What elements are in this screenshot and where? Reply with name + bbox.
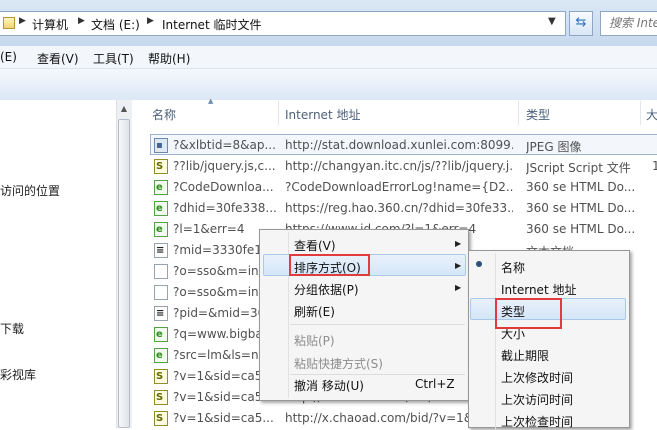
- column-header-internet-address[interactable]: Internet 地址: [285, 106, 360, 123]
- column-divider[interactable]: [278, 101, 279, 125]
- column-header-name[interactable]: 名称: [152, 106, 176, 123]
- breadcrumb-documents-drive[interactable]: 文档 (E:): [91, 16, 140, 33]
- js-file-icon: S: [154, 390, 168, 405]
- menu-tools[interactable]: 工具(T): [93, 50, 134, 67]
- column-divider[interactable]: [640, 101, 641, 125]
- cell-name: ??lib/jquery.js,c...: [173, 159, 276, 173]
- js-file-icon: S: [154, 369, 168, 384]
- html-file-icon: e: [154, 327, 168, 342]
- column-header-size[interactable]: 大: [646, 106, 657, 123]
- annotation-highlight-box: [289, 254, 370, 276]
- sort-by-name[interactable]: 名称: [501, 259, 525, 276]
- folder-icon: [3, 17, 15, 29]
- chevron-right-icon[interactable]: ▶: [78, 16, 85, 26]
- command-toolbar: [0, 69, 657, 101]
- cell-type: JScript Script 文件: [526, 161, 631, 175]
- sort-by-last-checked[interactable]: 上次检查时间: [501, 413, 573, 430]
- sort-ascending-icon: ▲: [208, 97, 214, 105]
- table-row[interactable]: S ??lib/jquery.js,c... http://changyan.itc…: [150, 157, 657, 178]
- search-input[interactable]: [609, 16, 657, 30]
- sort-by-internet-address[interactable]: Internet 地址: [501, 281, 576, 298]
- blank-file-icon: [154, 285, 168, 300]
- jpeg-icon: ▪: [154, 138, 168, 153]
- radio-bullet-icon: [476, 261, 482, 267]
- refresh-icon: ⇆: [575, 15, 587, 30]
- cell-name: ?v=1&sid=ca5...: [173, 411, 274, 425]
- annotation-highlight-box: [495, 298, 562, 329]
- sort-by-last-accessed[interactable]: 上次访问时间: [501, 391, 573, 408]
- refresh-button[interactable]: ⇆: [569, 11, 593, 36]
- context-menu-undo-shortcut: Ctrl+Z: [415, 377, 455, 391]
- submenu-arrow-icon: ▶: [455, 239, 462, 248]
- cell-type: 360 se HTML Do...: [526, 222, 634, 236]
- menu-edit[interactable]: (E): [0, 50, 17, 64]
- cell-internet-address: http://changyan.itc.cn/js/??lib/jquery.j…: [285, 159, 513, 173]
- context-menu-refresh[interactable]: 刷新(E): [294, 303, 335, 320]
- menu-help[interactable]: 帮助(H): [148, 50, 190, 67]
- html-file-icon: e: [154, 222, 168, 237]
- column-divider[interactable]: [518, 101, 519, 125]
- submenu-arrow-icon: ▶: [455, 283, 462, 292]
- cell-type: 360 se HTML Do...: [526, 201, 634, 215]
- search-box[interactable]: [600, 11, 657, 36]
- html-file-icon: e: [154, 348, 168, 363]
- js-file-icon: S: [154, 159, 168, 174]
- breadcrumb-computer[interactable]: 计算机: [32, 16, 68, 33]
- text-file-icon: ≡: [154, 243, 168, 258]
- nav-item-recent-places[interactable]: 访问的位置: [0, 182, 60, 199]
- cell-type: JPEG 图像: [526, 140, 582, 154]
- menu-view[interactable]: 查看(V): [37, 50, 79, 67]
- menu-separator: [290, 374, 465, 375]
- table-row[interactable]: e ?CodeDownloa... ?CodeDownloadErrorLog!na…: [150, 178, 657, 199]
- sort-by-last-modified[interactable]: 上次修改时间: [501, 369, 573, 386]
- context-menu-paste-shortcut[interactable]: 粘贴快捷方式(S): [294, 355, 383, 372]
- breadcrumb-internet-temp-files[interactable]: Internet 临时文件: [162, 16, 261, 33]
- context-menu-paste[interactable]: 粘贴(P): [294, 332, 335, 349]
- js-file-icon: S: [154, 411, 168, 426]
- cell-internet-address: ?CodeDownloadErrorLog!name={D2...: [285, 180, 513, 194]
- nav-item-video-library[interactable]: 彩视库: [0, 366, 36, 383]
- scroll-up-arrow-icon[interactable]: ▲: [116, 100, 132, 117]
- sort-by-expiration[interactable]: 截止期限: [501, 347, 549, 364]
- cell-name: ?dhid=30fe338...: [173, 201, 277, 215]
- context-menu-view[interactable]: 查看(V): [294, 237, 336, 254]
- cell-size: 1: [652, 159, 657, 173]
- nav-scrollbar-thumb[interactable]: [118, 119, 130, 428]
- chevron-right-icon[interactable]: ▶: [147, 16, 154, 26]
- blank-file-icon: [154, 264, 168, 279]
- address-bar[interactable]: ▶ 计算机 ▶ 文档 (E:) ▶ Internet 临时文件 ▼: [0, 11, 566, 36]
- table-row[interactable]: e ?dhid=30fe338... https://reg.hao.360.cn/…: [150, 199, 657, 220]
- column-header-type[interactable]: 类型: [526, 106, 550, 123]
- html-file-icon: e: [154, 201, 168, 216]
- menu-separator: [290, 324, 465, 325]
- html-file-icon: e: [154, 180, 168, 195]
- context-menu-group-by[interactable]: 分组依据(P): [294, 281, 359, 298]
- text-file-icon: ≡: [154, 306, 168, 321]
- submenu-arrow-icon: ▶: [455, 261, 462, 270]
- table-row[interactable]: ▪ ?&xlbtid=8&ap... http://stat.download.xu…: [150, 136, 657, 157]
- cell-type: 360 se HTML Do...: [526, 180, 634, 194]
- menu-gutter: [495, 253, 496, 429]
- context-menu-undo-move[interactable]: 撤消 移动(U): [294, 377, 364, 394]
- cell-name: ?&xlbtid=8&ap...: [173, 138, 276, 152]
- cell-internet-address: https://reg.hao.360.cn/?dhid=30fe33...: [285, 201, 513, 215]
- cell-name: ?CodeDownloa...: [173, 180, 274, 194]
- chevron-right-icon[interactable]: ▶: [19, 16, 26, 26]
- chevron-down-icon[interactable]: ▼: [548, 16, 556, 27]
- nav-item-downloads[interactable]: 下载: [0, 320, 24, 337]
- cell-internet-address: http://stat.download.xunlei.com:8099...: [285, 138, 513, 152]
